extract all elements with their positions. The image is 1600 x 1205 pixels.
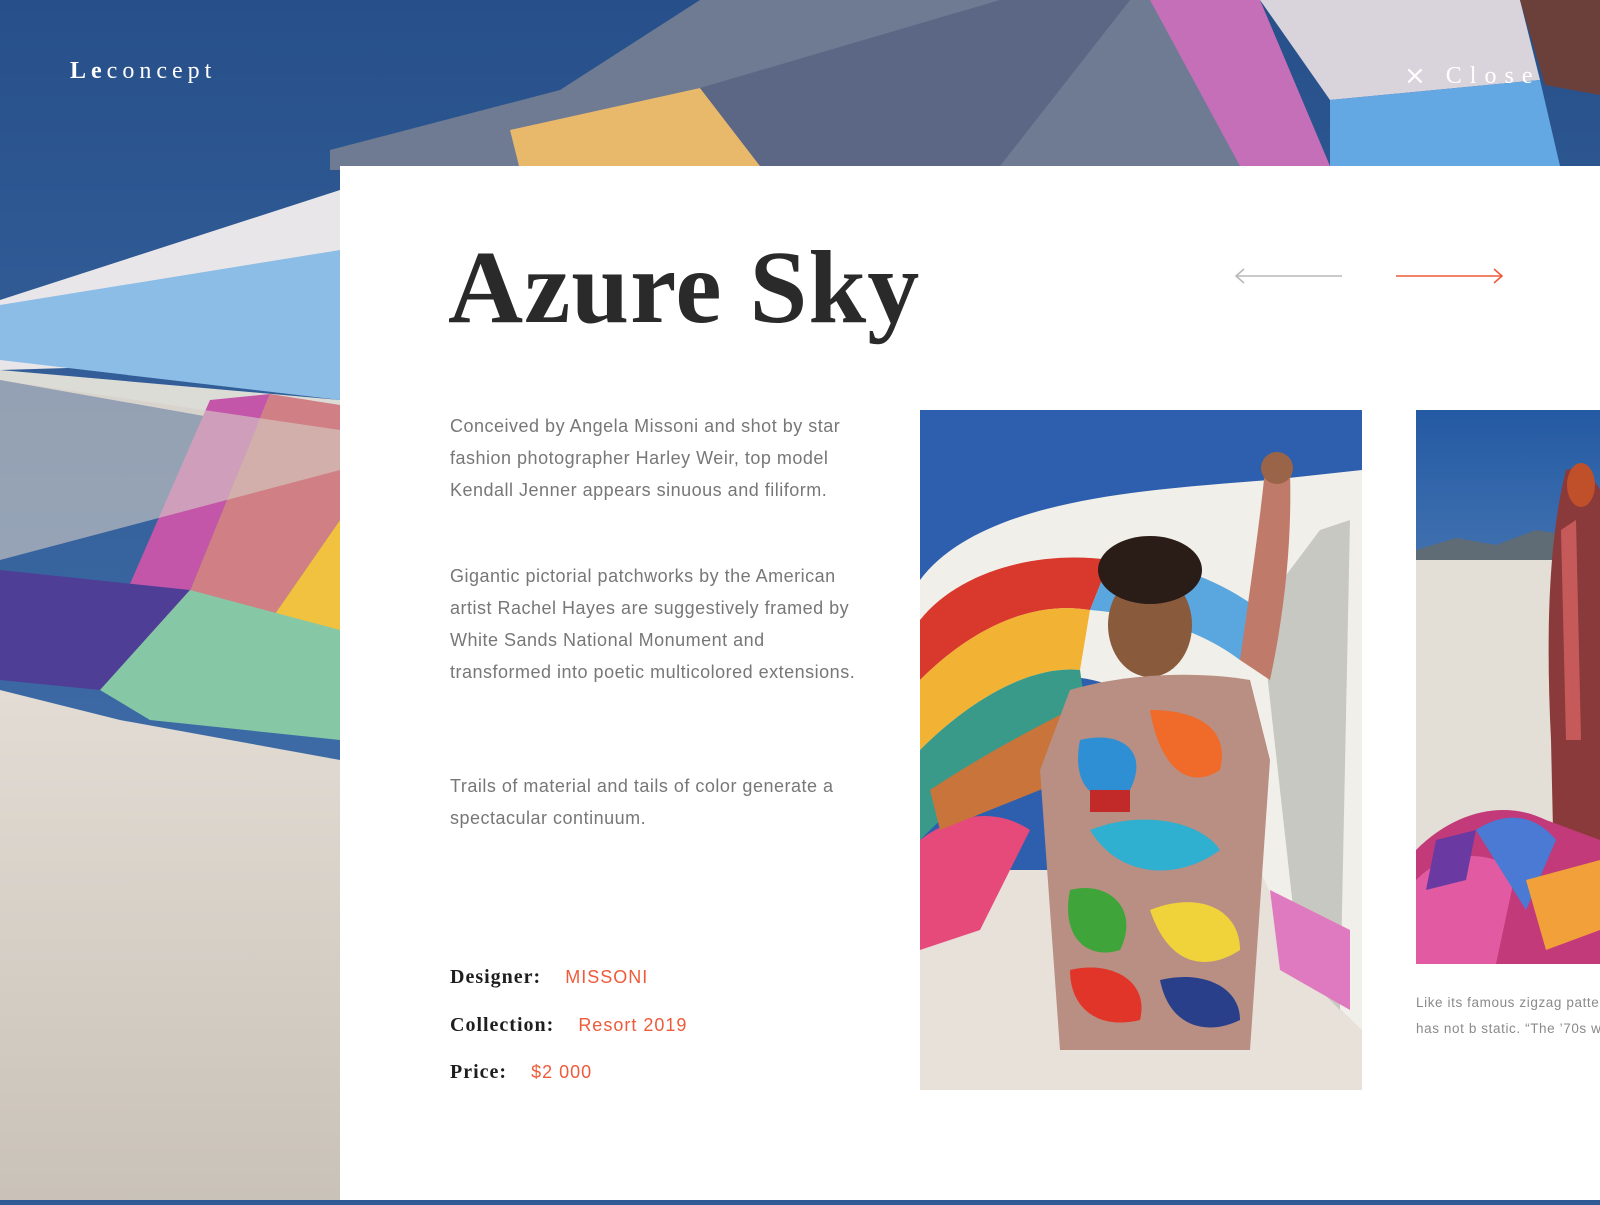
description-paragraph: Conceived by Angela Missoni and shot by … — [450, 416, 841, 500]
close-label: Close — [1445, 62, 1541, 89]
article-title: Azure Sky — [448, 230, 921, 345]
secondary-photo[interactable] — [1416, 410, 1600, 964]
description-paragraph: Trails of material and tails of color ge… — [450, 776, 834, 828]
collection-value[interactable]: Resort 2019 — [578, 1015, 687, 1036]
description-paragraph: Gigantic pictorial patchworks by the Ame… — [450, 566, 856, 682]
close-button[interactable]: × Close — [1404, 56, 1540, 96]
photo-caption: Like its famous zigzag patte brand’s rec… — [1416, 995, 1600, 1036]
arrow-right-icon — [1396, 268, 1504, 284]
collection-row: Collection: Resort 2019 — [450, 1014, 687, 1037]
prev-arrow-button[interactable] — [1234, 266, 1344, 286]
price-label: Price: — [450, 1061, 508, 1083]
next-arrow-button[interactable] — [1394, 266, 1504, 286]
logo-rest: concept — [106, 58, 217, 84]
brand-logo[interactable]: Leconcept — [70, 58, 216, 85]
collection-label: Collection: — [450, 1014, 555, 1036]
price-value: $2 000 — [531, 1062, 593, 1082]
article-panel: Azure Sky Conceived by Angela Missoni an… — [340, 166, 1600, 1200]
price-row: Price: $2 000 — [450, 1061, 592, 1084]
designer-label: Designer: — [450, 966, 542, 988]
designer-row: Designer: MISSONI — [450, 966, 648, 989]
main-photo[interactable] — [920, 410, 1362, 1090]
arrow-left-icon — [1234, 268, 1342, 284]
close-icon: × — [1404, 61, 1426, 91]
logo-lead: Le — [70, 58, 107, 84]
designer-value[interactable]: MISSONI — [565, 967, 648, 988]
